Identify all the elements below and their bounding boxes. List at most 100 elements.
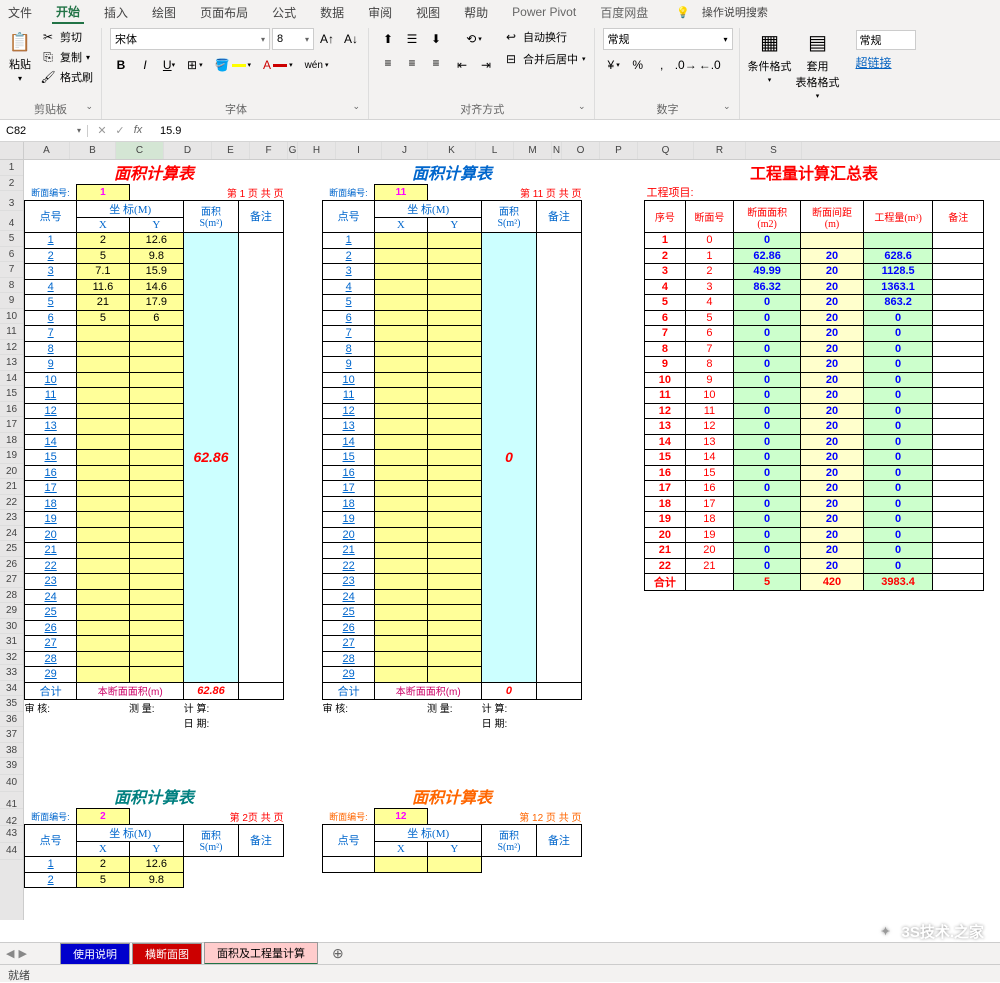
row-header-23[interactable]: 23 — [0, 510, 23, 526]
row-header-5[interactable]: 5 — [0, 231, 23, 247]
row-header-19[interactable]: 19 — [0, 448, 23, 464]
fill-color-button[interactable]: 🪣▾ — [210, 54, 256, 76]
border-button[interactable]: ⊞▾ — [182, 54, 208, 76]
row-header-25[interactable]: 25 — [0, 541, 23, 557]
align-top-button[interactable]: ⬆ — [377, 28, 399, 50]
sheet-tab-instructions[interactable]: 使用说明 — [60, 943, 130, 965]
row-header-29[interactable]: 29 — [0, 603, 23, 619]
row-header-12[interactable]: 12 — [0, 340, 23, 356]
col-header-C[interactable]: C — [116, 142, 164, 159]
tab-baidu[interactable]: 百度网盘 — [596, 2, 652, 23]
col-header-O[interactable]: O — [562, 142, 600, 159]
row-header-21[interactable]: 21 — [0, 479, 23, 495]
sheet-tab-cross-section[interactable]: 横断面图 — [132, 943, 202, 965]
row-header-3[interactable]: 3 — [0, 191, 23, 211]
col-header-N[interactable]: N — [552, 142, 562, 159]
percent-button[interactable]: % — [627, 54, 649, 76]
merge-button[interactable]: ⊟合并后居中▾ — [501, 50, 588, 68]
row-header-9[interactable]: 9 — [0, 293, 23, 309]
italic-button[interactable]: I — [134, 54, 156, 76]
comma-button[interactable]: , — [651, 54, 673, 76]
table-format-button[interactable]: ▤套用 表格格式▾ — [796, 28, 840, 100]
sheet-nav-next-icon[interactable]: ▶ — [18, 947, 26, 960]
row-header-16[interactable]: 16 — [0, 402, 23, 418]
decrease-font-button[interactable]: A↓ — [340, 28, 362, 50]
col-header-D[interactable]: D — [164, 142, 212, 159]
indent-decrease-button[interactable]: ⇤ — [451, 54, 473, 76]
tab-layout[interactable]: 页面布局 — [196, 2, 252, 23]
row-header-24[interactable]: 24 — [0, 526, 23, 542]
tab-help[interactable]: 帮助 — [460, 2, 492, 23]
tab-review[interactable]: 审阅 — [364, 2, 396, 23]
align-right-button[interactable]: ≡ — [425, 52, 447, 74]
col-header-P[interactable]: P — [600, 142, 638, 159]
spreadsheet-grid[interactable]: ABCDEFGHIJKLMNOPQRS 12345678910111213141… — [0, 142, 1000, 920]
conditional-format-button[interactable]: ▦条件格式▾ — [748, 28, 792, 84]
number-format-combo[interactable]: 常规▾ — [603, 28, 733, 50]
row-header-7[interactable]: 7 — [0, 262, 23, 278]
row-header-31[interactable]: 31 — [0, 634, 23, 650]
sheet-tab-area-calc[interactable]: 面积及工程量计算 — [204, 942, 318, 965]
col-header-M[interactable]: M — [514, 142, 552, 159]
sheet-nav-prev-icon[interactable]: ◀ — [6, 947, 14, 960]
increase-decimal-button[interactable]: .0→ — [675, 54, 697, 76]
name-box[interactable]: C82▾ — [0, 125, 88, 137]
row-header-27[interactable]: 27 — [0, 572, 23, 588]
row-header-39[interactable]: 39 — [0, 758, 23, 775]
cell-style-hyperlink[interactable]: 超链接 — [856, 54, 916, 71]
row-header-18[interactable]: 18 — [0, 433, 23, 449]
orientation-button[interactable]: ⟲▾ — [451, 28, 497, 50]
col-header-B[interactable]: B — [70, 142, 116, 159]
format-painter-button[interactable]: 🖌格式刷 — [38, 68, 95, 86]
decrease-decimal-button[interactable]: ←.0 — [699, 54, 721, 76]
col-header-L[interactable]: L — [476, 142, 514, 159]
row-header-1[interactable]: 1 — [0, 160, 23, 176]
underline-button[interactable]: U▾ — [158, 54, 180, 76]
indent-increase-button[interactable]: ⇥ — [475, 54, 497, 76]
tab-file[interactable]: 文件 — [4, 2, 36, 23]
fx-icon[interactable]: fx — [130, 124, 146, 137]
row-header-30[interactable]: 30 — [0, 619, 23, 635]
row-header-37[interactable]: 37 — [0, 727, 23, 743]
tab-formulas[interactable]: 公式 — [268, 2, 300, 23]
row-header-4[interactable]: 4 — [0, 211, 23, 231]
row-header-8[interactable]: 8 — [0, 278, 23, 294]
accept-formula-icon[interactable]: ✓ — [112, 124, 128, 137]
col-header-K[interactable]: K — [428, 142, 476, 159]
tab-home[interactable]: 开始 — [52, 1, 84, 24]
tab-view[interactable]: 视图 — [412, 2, 444, 23]
align-bottom-button[interactable]: ⬇ — [425, 28, 447, 50]
col-header-S[interactable]: S — [746, 142, 802, 159]
col-header-E[interactable]: E — [212, 142, 250, 159]
row-header-32[interactable]: 32 — [0, 650, 23, 666]
row-header-20[interactable]: 20 — [0, 464, 23, 480]
col-header-J[interactable]: J — [382, 142, 428, 159]
row-header-17[interactable]: 17 — [0, 417, 23, 433]
font-name-combo[interactable]: 宋体▾ — [110, 28, 270, 50]
row-header-33[interactable]: 33 — [0, 665, 23, 681]
row-header-26[interactable]: 26 — [0, 557, 23, 573]
select-all-corner[interactable] — [0, 142, 24, 159]
row-header-41[interactable]: 41 — [0, 792, 23, 809]
tab-insert[interactable]: 插入 — [100, 2, 132, 23]
font-color-button[interactable]: A▾ — [258, 54, 298, 76]
row-header-10[interactable]: 10 — [0, 309, 23, 325]
row-header-43[interactable]: 43 — [0, 826, 23, 843]
increase-font-button[interactable]: A↑ — [316, 28, 338, 50]
row-header-44[interactable]: 44 — [0, 843, 23, 860]
accounting-format-button[interactable]: ¥▾ — [603, 54, 625, 76]
align-center-button[interactable]: ≡ — [401, 52, 423, 74]
row-header-38[interactable]: 38 — [0, 743, 23, 759]
wrap-text-button[interactable]: ↩自动换行 — [501, 28, 588, 46]
col-header-G[interactable]: G — [288, 142, 298, 159]
tell-me[interactable]: 💡操作说明搜索 — [668, 0, 776, 24]
cut-button[interactable]: ✂剪切 — [38, 28, 95, 46]
cancel-formula-icon[interactable]: ✕ — [94, 124, 110, 137]
col-header-I[interactable]: I — [336, 142, 382, 159]
row-header-14[interactable]: 14 — [0, 371, 23, 387]
tab-powerpivot[interactable]: Power Pivot — [508, 3, 580, 21]
phonetic-button[interactable]: wén▾ — [300, 54, 334, 76]
paste-button[interactable]: 📋 粘贴 ▾ — [6, 28, 34, 85]
copy-button[interactable]: ⎘复制▾ — [38, 48, 95, 66]
bold-button[interactable]: B — [110, 54, 132, 76]
